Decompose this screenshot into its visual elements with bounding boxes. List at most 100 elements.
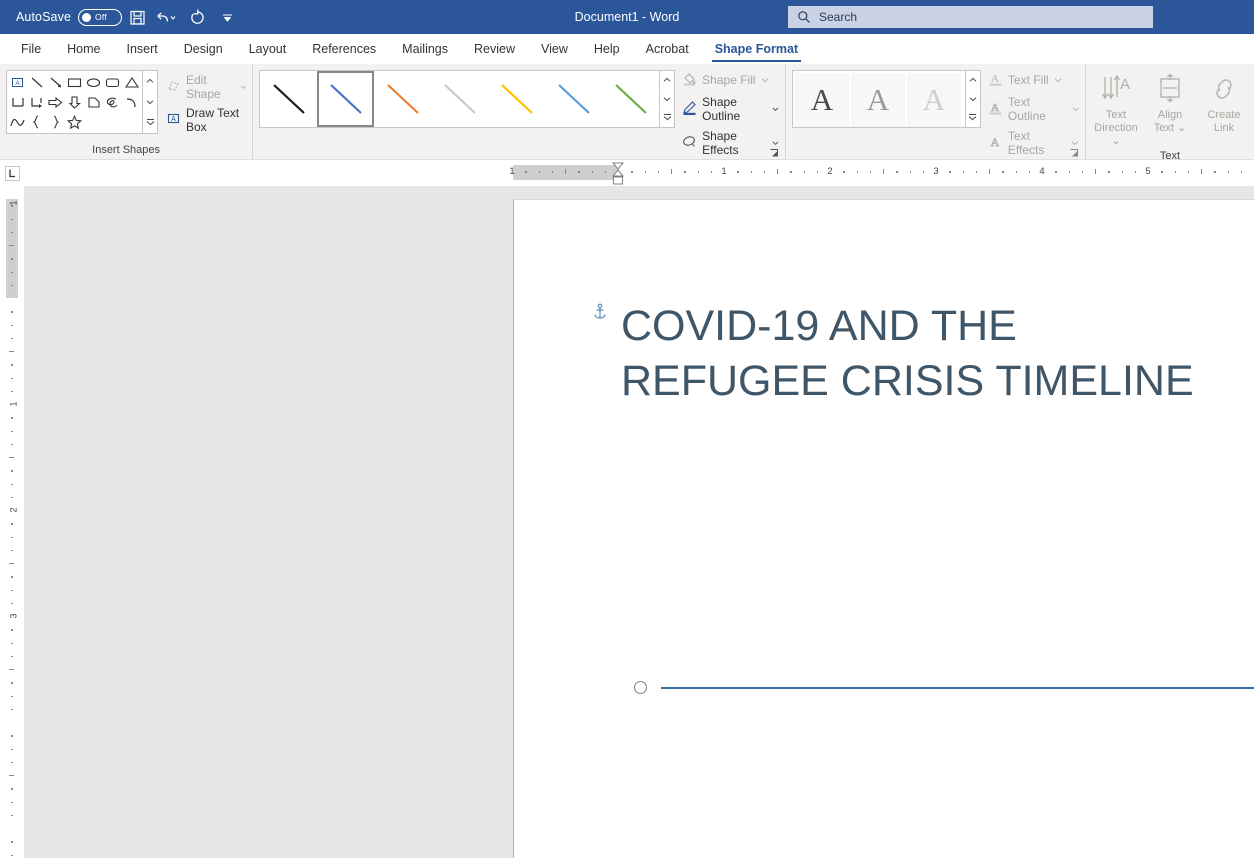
tab-help[interactable]: Help (581, 35, 633, 63)
wordart-light[interactable]: A (906, 73, 961, 127)
svg-text:A: A (15, 80, 20, 87)
arc-shape[interactable] (122, 92, 141, 112)
vertical-ruler[interactable]: 1 1 2 3 (0, 186, 24, 858)
search-icon (797, 10, 811, 24)
style-orange[interactable] (374, 71, 431, 127)
shape-fill-button[interactable]: Shape Fill (682, 71, 779, 89)
vruler-tick (11, 695, 13, 697)
shapes-gallery-scroll[interactable] (143, 70, 158, 134)
tab-references[interactable]: References (299, 35, 389, 63)
document-page[interactable]: COVID-19 AND THE REFUGEE CRISIS TIMELINE (513, 199, 1254, 858)
tab-shape-format[interactable]: Shape Format (702, 35, 811, 63)
vruler-tick (11, 470, 13, 472)
ruler-tick (989, 169, 990, 174)
vruler-number: 1 (8, 200, 19, 206)
draw-text-box-button[interactable]: A Draw Text Box (166, 106, 246, 134)
triangle-shape[interactable] (122, 72, 141, 92)
text-effects-button[interactable]: A Text Effects (988, 129, 1079, 157)
wordart-more-button[interactable] (966, 108, 980, 127)
text-outline-button[interactable]: A Text Outline (988, 95, 1079, 123)
text-box-shape[interactable]: A (7, 71, 28, 93)
tab-stop-selector-button[interactable] (0, 160, 24, 186)
elbow-arrow-connector-shape[interactable] (27, 92, 46, 112)
star-shape[interactable] (65, 112, 84, 132)
shapes-scroll-down-button[interactable] (143, 92, 157, 113)
wordart-dark[interactable]: A (794, 73, 849, 127)
vruler-tick (9, 669, 14, 670)
horizontal-ruler[interactable]: 1 1 2 3 4 5 (0, 160, 1254, 186)
shapes-scroll-up-button[interactable] (143, 71, 157, 92)
wordart-scroll-up-button[interactable] (966, 71, 980, 90)
edit-shape-button[interactable]: Edit Shape (166, 73, 246, 101)
customize-quick-access-toolbar-button[interactable] (212, 2, 242, 32)
shape-outline-button[interactable]: Shape Outline (682, 95, 779, 123)
timeline-line-shape[interactable] (661, 687, 1254, 689)
pentagon-shape[interactable] (84, 92, 103, 112)
text-fill-button[interactable]: A Text Fill (988, 71, 1079, 89)
vruler-tick (11, 761, 13, 764)
redo-button[interactable] (182, 2, 212, 32)
wordart-scroll-down-button[interactable] (966, 90, 980, 109)
document-canvas[interactable]: COVID-19 AND THE REFUGEE CRISIS TIMELINE (24, 186, 1254, 858)
styles-more-button[interactable] (660, 108, 674, 127)
tab-mailings[interactable]: Mailings (389, 35, 461, 63)
document-title-text[interactable]: COVID-19 AND THE REFUGEE CRISIS TIMELINE (621, 299, 1254, 409)
shape-resize-handle[interactable] (634, 681, 647, 694)
styles-scroll-down-button[interactable] (660, 90, 674, 109)
shapes-more-button[interactable] (143, 112, 157, 133)
tab-insert[interactable]: Insert (114, 35, 171, 63)
text-effects-label: Text Effects (1007, 129, 1045, 157)
tab-design[interactable]: Design (171, 35, 236, 63)
style-green[interactable] (602, 71, 659, 127)
text-direction-button[interactable]: A Text Direction ⌄ (1090, 69, 1142, 148)
tab-review[interactable]: Review (461, 35, 528, 63)
styles-scroll-up-button[interactable] (660, 71, 674, 90)
right-brace-shape[interactable] (46, 112, 65, 132)
search-box[interactable]: Search (788, 6, 1153, 28)
style-gray[interactable] (431, 71, 488, 127)
shape-styles-gallery[interactable] (259, 70, 661, 128)
autosave-toggle[interactable]: Off (78, 8, 123, 26)
tab-acrobat[interactable]: Acrobat (633, 35, 702, 63)
wordart-medium[interactable]: A (850, 73, 905, 127)
vruler-tick (11, 576, 13, 578)
oval-shape[interactable] (84, 72, 103, 92)
ruler-tick (975, 171, 978, 173)
rounded-rectangle-shape[interactable] (103, 72, 122, 92)
indent-markers[interactable] (611, 162, 625, 186)
shape-effects-button[interactable]: Shape Effects (682, 129, 779, 157)
down-arrow-shape[interactable] (65, 92, 84, 112)
right-arrow-shape[interactable] (46, 92, 65, 112)
wordart-styles-dialog-launcher[interactable] (1069, 146, 1080, 157)
style-black[interactable] (260, 71, 317, 127)
horizontal-ruler-track[interactable]: 1 1 2 3 4 5 (24, 160, 1254, 186)
align-text-button[interactable]: Align Text ⌄ (1144, 69, 1196, 148)
ruler-tick (750, 171, 752, 173)
tab-home[interactable]: Home (54, 35, 113, 63)
line-shape[interactable] (27, 72, 46, 92)
tab-view[interactable]: View (528, 35, 581, 63)
line-arrow-shape[interactable] (46, 72, 65, 92)
ruler-tick (883, 169, 884, 174)
wordart-styles-gallery[interactable]: AAA (791, 70, 966, 128)
chevron-down-icon: ⌄ (1111, 135, 1121, 147)
tab-file[interactable]: File (8, 35, 54, 63)
save-button[interactable] (122, 2, 152, 32)
undo-button[interactable] (152, 2, 182, 32)
shape-styles-dialog-launcher[interactable] (769, 146, 780, 157)
scribble-shape[interactable] (103, 92, 122, 112)
left-brace-shape[interactable] (27, 112, 46, 132)
elbow-connector-shape[interactable] (8, 92, 27, 112)
ruler-tick (896, 171, 898, 173)
create-link-button[interactable]: Create Link (1198, 69, 1250, 148)
wordart-gallery-scroll[interactable] (965, 70, 981, 128)
style-gold[interactable] (488, 71, 545, 127)
shape-styles-scroll[interactable] (660, 70, 676, 128)
style-blue[interactable] (317, 71, 375, 127)
rectangle-shape[interactable] (65, 72, 84, 92)
style-light-blue[interactable] (545, 71, 602, 127)
curve-shape[interactable] (8, 112, 27, 132)
tab-layout[interactable]: Layout (236, 35, 300, 63)
insert-shapes-gallery[interactable]: A (6, 70, 158, 134)
ruler-tick (631, 171, 633, 173)
